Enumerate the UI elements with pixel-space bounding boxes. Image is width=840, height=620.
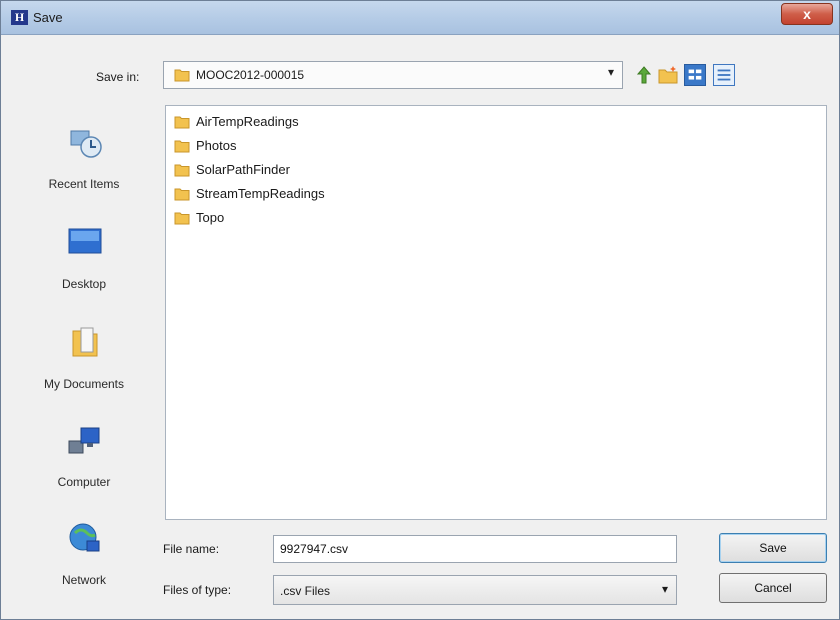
file-type-value: .csv Files xyxy=(280,584,331,598)
save-in-value: MOOC2012-000015 xyxy=(196,68,305,82)
folder-name: StreamTempReadings xyxy=(196,186,325,201)
folder-name: SolarPathFinder xyxy=(196,162,290,177)
chevron-down-icon[interactable]: ▾ xyxy=(662,582,668,596)
recent-items-icon xyxy=(70,130,102,158)
places-bar: Recent Items Desktop My Documents Comput… xyxy=(19,109,149,609)
folder-icon xyxy=(174,212,190,225)
save-button[interactable]: Save xyxy=(719,533,827,563)
save-in-label: Save in: xyxy=(96,70,140,84)
place-my-documents[interactable]: My Documents xyxy=(19,317,149,407)
place-label: Desktop xyxy=(61,277,107,291)
file-name-input[interactable] xyxy=(273,535,677,563)
title-bar[interactable]: H Save x xyxy=(1,1,839,35)
file-type-label: Files of type: xyxy=(163,583,232,597)
folder-icon xyxy=(174,164,190,177)
desktop-icon xyxy=(68,228,102,254)
save-in-dropdown[interactable]: MOOC2012-000015 ▾ xyxy=(163,61,623,89)
place-computer[interactable]: Computer xyxy=(19,415,149,505)
network-icon xyxy=(69,523,100,552)
my-documents-icon xyxy=(72,327,98,357)
window-title: Save xyxy=(33,10,63,25)
place-network[interactable]: Network xyxy=(19,513,149,603)
folder-name: Topo xyxy=(196,210,225,225)
folder-icon xyxy=(174,69,190,82)
folder-icon xyxy=(174,140,190,153)
file-list[interactable]: AirTempReadings Photos SolarPathFinder S… xyxy=(165,105,827,520)
details-view-icon[interactable] xyxy=(713,64,735,86)
folder-name: Photos xyxy=(196,138,237,153)
place-label: My Documents xyxy=(43,377,125,391)
folder-icon xyxy=(174,188,190,201)
list-view-icon[interactable] xyxy=(684,64,706,86)
computer-icon xyxy=(68,427,100,454)
place-label: Recent Items xyxy=(48,177,120,191)
cancel-button[interactable]: Cancel xyxy=(719,573,827,603)
place-recent-items[interactable]: Recent Items xyxy=(19,117,149,207)
place-label: Computer xyxy=(57,475,111,489)
file-type-dropdown[interactable]: .csv Files ▾ xyxy=(273,575,677,605)
place-label: Network xyxy=(61,573,106,587)
chevron-down-icon[interactable]: ▾ xyxy=(608,65,614,79)
save-dialog: H Save x Save in: MOOC2012-000015 ▾ Rece… xyxy=(0,0,840,620)
up-one-level-icon[interactable] xyxy=(633,64,655,86)
new-folder-icon[interactable] xyxy=(657,64,679,86)
file-name-label: File name: xyxy=(163,542,220,556)
folder-icon xyxy=(174,116,190,129)
app-logo-icon: H xyxy=(11,10,28,25)
folder-name: AirTempReadings xyxy=(196,114,299,129)
place-desktop[interactable]: Desktop xyxy=(19,217,149,307)
close-button[interactable]: x xyxy=(781,3,833,25)
